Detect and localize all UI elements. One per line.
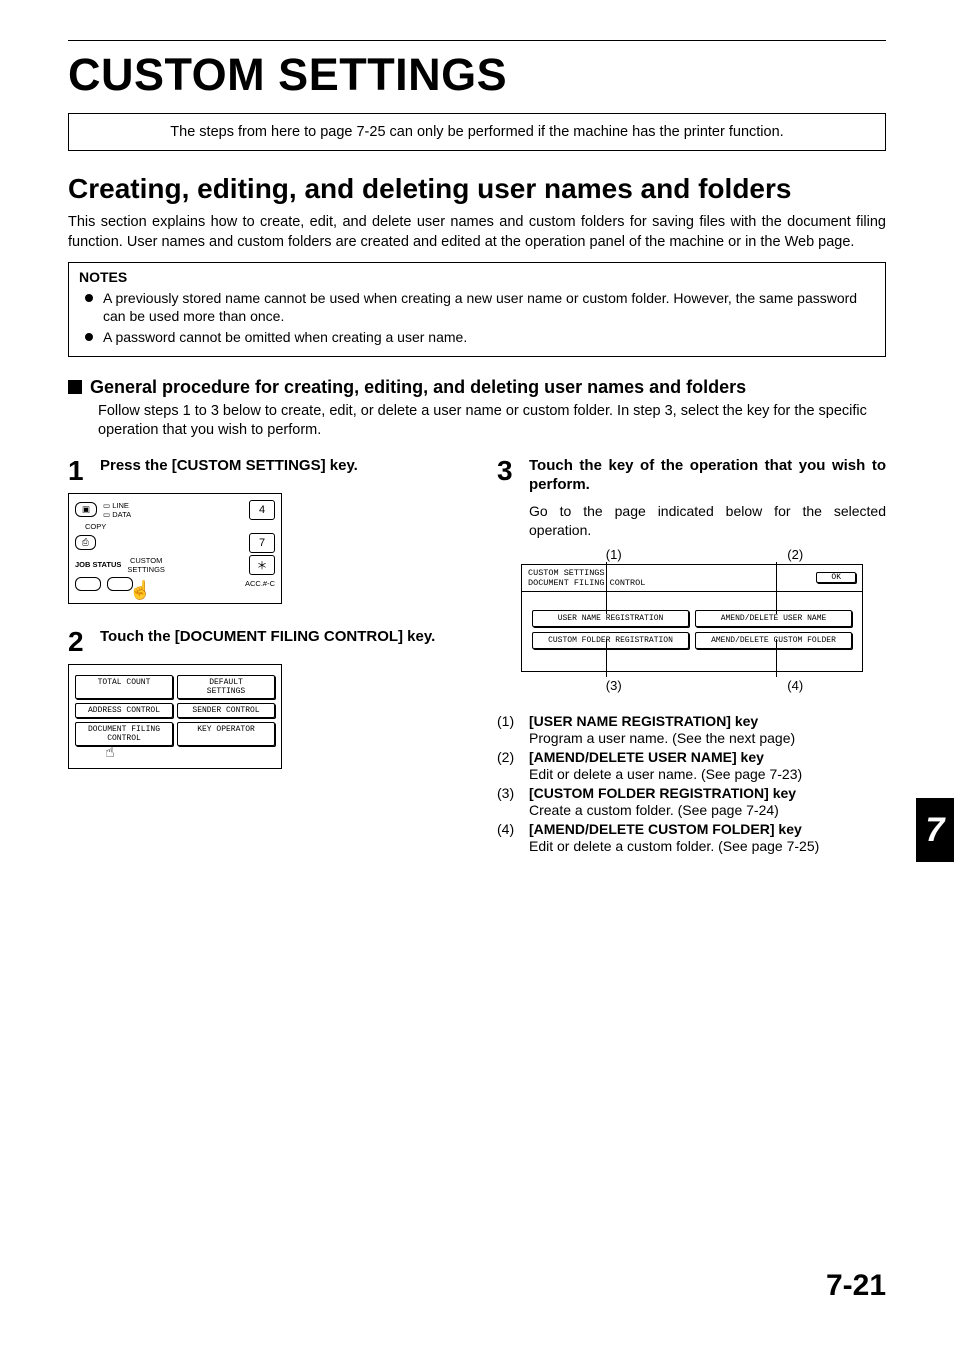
user-name-registration-button: USER NAME REGISTRATION xyxy=(532,610,689,627)
panel-icon: ▣ xyxy=(75,502,97,517)
step-sub-3: Go to the page indicated below for the s… xyxy=(529,502,886,538)
amend-delete-user-name-button: AMEND/DELETE USER NAME xyxy=(695,610,852,627)
figure-operation-panel: ▣ ▭ LINE▭ DATA 4 COPY ⎙ 7 JOB STATUS CUS… xyxy=(68,493,282,604)
operation-list: (1) [USER NAME REGISTRATION] key Program… xyxy=(497,713,886,854)
callout-1: (1) xyxy=(523,547,705,562)
op-num: (2) xyxy=(497,749,523,782)
op-num: (4) xyxy=(497,821,523,854)
callout-4: (4) xyxy=(705,678,887,693)
callout-3: (3) xyxy=(523,678,705,693)
line-indicator: ▭ LINE▭ DATA xyxy=(103,501,131,519)
page-title: CUSTOM SETTINGS xyxy=(68,49,886,101)
total-count-button: TOTAL COUNT xyxy=(75,675,173,699)
op-key-desc: Edit or delete a custom folder. (See pag… xyxy=(529,838,819,854)
notes-item: A previously stored name cannot be used … xyxy=(103,289,875,325)
custom-folder-registration-button: CUSTOM FOLDER REGISTRATION xyxy=(532,632,689,649)
step-title-3: Touch the key of the operation that you … xyxy=(529,457,886,495)
amend-delete-custom-folder-button: AMEND/DELETE CUSTOM FOLDER xyxy=(695,632,852,649)
op-key-desc: Program a user name. (See the next page) xyxy=(529,730,795,746)
op-key-name: [USER NAME REGISTRATION] key xyxy=(529,713,795,729)
notes-heading: NOTES xyxy=(79,269,875,285)
screen-title-1: CUSTOM SETTINGS xyxy=(528,568,645,578)
chapter-tab: 7 xyxy=(916,798,954,862)
step-number-2: 2 xyxy=(68,628,90,656)
step-number-3: 3 xyxy=(497,457,519,495)
panel-icon: ⎙ xyxy=(75,535,96,550)
address-control-button: ADDRESS CONTROL xyxy=(75,703,173,718)
job-status-label: JOB STATUS xyxy=(75,560,121,569)
op-num: (3) xyxy=(497,785,523,818)
page-number: 7-21 xyxy=(826,1269,886,1303)
hand-pointer-icon: ☝ xyxy=(129,580,151,601)
subheading-desc: Follow steps 1 to 3 below to create, edi… xyxy=(98,402,886,441)
step-number-1: 1 xyxy=(68,457,90,485)
acc-label: ACC.#-C xyxy=(245,579,275,588)
op-num: (1) xyxy=(497,713,523,746)
key-operator-button: KEY OPERATOR xyxy=(177,722,275,746)
custom-settings-label: CUSTOM SETTINGS xyxy=(127,556,165,574)
top-note-box: The steps from here to page 7-25 can onl… xyxy=(68,113,886,151)
section-title: Creating, editing, and deleting user nam… xyxy=(68,173,886,205)
document-filing-control-button: DOCUMENT FILING CONTROL xyxy=(75,722,173,746)
panel-key xyxy=(75,577,101,591)
default-settings-button: DEFAULT SETTINGS xyxy=(177,675,275,699)
op-key-name: [CUSTOM FOLDER REGISTRATION] key xyxy=(529,785,796,801)
step-title-1: Press the [CUSTOM SETTINGS] key. xyxy=(100,457,358,485)
keypad-star: ＊ xyxy=(249,555,275,575)
notes-box: NOTES A previously stored name cannot be… xyxy=(68,262,886,357)
op-key-name: [AMEND/DELETE USER NAME] key xyxy=(529,749,802,765)
callout-2: (2) xyxy=(705,547,887,562)
screen-title-2: DOCUMENT FILING CONTROL xyxy=(528,578,645,588)
section-intro: This section explains how to create, edi… xyxy=(68,213,886,252)
sender-control-button: SENDER CONTROL xyxy=(177,703,275,718)
keypad-4: 4 xyxy=(249,500,275,520)
subheading: General procedure for creating, editing,… xyxy=(90,377,746,398)
op-key-desc: Create a custom folder. (See page 7-24) xyxy=(529,802,796,818)
square-bullet-icon xyxy=(68,380,82,394)
keypad-7: 7 xyxy=(249,533,275,553)
notes-item: A password cannot be omitted when creati… xyxy=(103,328,875,346)
op-key-name: [AMEND/DELETE CUSTOM FOLDER] key xyxy=(529,821,819,837)
figure-custom-settings-menu: TOTAL COUNT DEFAULT SETTINGS ADDRESS CON… xyxy=(68,664,282,769)
figure-doc-filing-control: (1) (2) CUSTOM SETTINGS DOCUMENT FILING … xyxy=(521,547,886,693)
ok-button: OK xyxy=(816,572,856,583)
step-title-2: Touch the [DOCUMENT FILING CONTROL] key. xyxy=(100,628,435,656)
copy-label: COPY xyxy=(85,522,275,531)
op-key-desc: Edit or delete a user name. (See page 7-… xyxy=(529,766,802,782)
